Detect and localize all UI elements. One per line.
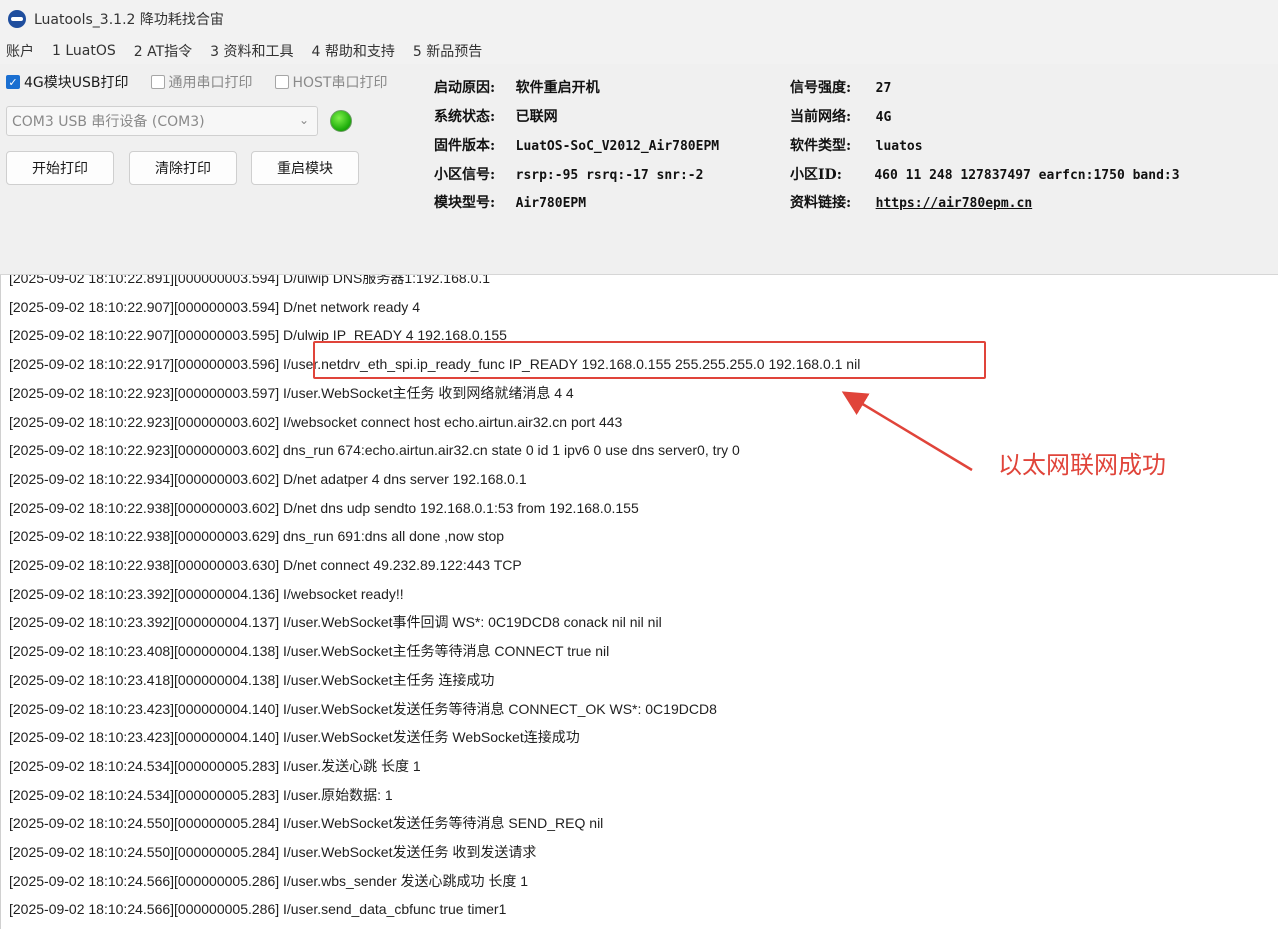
network-row: 当前网络: 4G — [790, 106, 891, 126]
log-line: [2025-09-02 18:10:24.534][000000005.283]… — [9, 786, 393, 803]
module-model-row: 模块型号: Air780EPM — [434, 192, 586, 212]
usb-print-checkbox[interactable]: 4G模块USB打印 — [6, 72, 129, 92]
log-line: [2025-09-02 18:10:22.923][000000003.597]… — [9, 384, 574, 401]
app-logo-icon — [8, 10, 26, 28]
menu-at-commands[interactable]: 2 AT指令 — [134, 41, 192, 61]
signal-strength-value: 27 — [875, 81, 892, 96]
docs-link-label: 资料链接: — [790, 195, 852, 211]
log-line: [2025-09-02 18:10:22.934][000000003.602]… — [9, 470, 527, 487]
title-bar: Luatools_3.1.2 降功耗找合宙 — [0, 0, 1278, 38]
system-state-label: 系统状态: — [434, 109, 496, 125]
cell-signal-label: 小区信号: — [434, 167, 496, 183]
boot-reason-value: 软件重启开机 — [515, 80, 600, 96]
start-print-button[interactable]: 开始打印 — [6, 151, 114, 185]
cell-signal-row: 小区信号: rsrp:-95 rsrq:-17 snr:-2 — [434, 164, 703, 184]
software-type-value: luatos — [875, 139, 923, 154]
log-line: [2025-09-02 18:10:23.392][000000004.137]… — [9, 614, 662, 631]
menu-bar: 账户 1 LuatOS 2 AT指令 3 资料和工具 4 帮助和支持 5 新品预… — [0, 38, 1278, 64]
docs-link-row: 资料链接: https://air780epm.cn — [790, 192, 1032, 212]
log-line: [2025-09-02 18:10:22.923][000000003.602]… — [9, 442, 740, 459]
docs-link[interactable]: https://air780epm.cn — [876, 196, 1033, 211]
network-value: 4G — [875, 110, 892, 125]
checkbox-unchecked-icon — [274, 75, 289, 89]
port-select-value: COM3 USB 串行设备 (COM3) — [12, 114, 205, 130]
log-line: [2025-09-02 18:10:24.550][000000005.284]… — [9, 815, 604, 832]
cell-id-value: 460 11 248 127837497 earfcn:1750 band:3 — [874, 168, 1180, 183]
signal-strength-label: 信号强度: — [790, 80, 852, 96]
host-print-checkbox[interactable]: HOST串口打印 — [274, 72, 388, 92]
window-title: Luatools_3.1.2 降功耗找合宙 — [34, 12, 224, 28]
clear-print-button[interactable]: 清除打印 — [129, 151, 237, 185]
log-line: [2025-09-02 18:10:24.566][000000005.286]… — [9, 901, 507, 918]
log-line: [2025-09-02 18:10:24.566][000000005.286]… — [9, 872, 529, 889]
system-state-row: 系统状态: 已联网 — [434, 106, 558, 126]
status-led-icon — [330, 110, 352, 132]
boot-reason-label: 启动原因: — [434, 80, 496, 96]
menu-docs-tools[interactable]: 3 资料和工具 — [210, 41, 293, 61]
host-print-label: HOST串口打印 — [292, 75, 388, 91]
software-type-row: 软件类型: luatos — [790, 135, 923, 155]
module-model-label: 模块型号: — [434, 195, 496, 211]
log-line: [2025-09-02 18:10:22.891][000000003.594]… — [9, 275, 491, 286]
menu-help-support[interactable]: 4 帮助和支持 — [312, 41, 395, 61]
boot-reason-row: 启动原因: 软件重启开机 — [434, 77, 600, 97]
module-model-value: Air780EPM — [515, 196, 587, 211]
firmware-label: 固件版本: — [434, 138, 496, 154]
usb-print-label: 4G模块USB打印 — [24, 75, 129, 91]
uart-print-label: 通用串口打印 — [168, 75, 253, 91]
log-line: [2025-09-02 18:10:23.423][000000004.140]… — [9, 729, 580, 746]
signal-strength-row: 信号强度: 27 — [790, 77, 891, 97]
annotation-text: 以太网联网成功 — [998, 451, 1166, 479]
log-line: [2025-09-02 18:10:23.392][000000004.136]… — [9, 585, 404, 602]
software-type-label: 软件类型: — [790, 138, 852, 154]
menu-new-products[interactable]: 5 新品预告 — [413, 41, 482, 61]
log-line: [2025-09-02 18:10:22.907][000000003.594]… — [9, 298, 420, 315]
print-options: 4G模块USB打印 通用串口打印 HOST串口打印 — [6, 72, 410, 92]
cell-id-label: 小区ID: — [790, 167, 842, 183]
menu-account[interactable]: 账户 — [6, 41, 34, 61]
checkbox-checked-icon — [6, 75, 20, 89]
uart-print-checkbox[interactable]: 通用串口打印 — [150, 72, 253, 92]
firmware-value: LuatOS-SoC_V2012_Air780EPM — [515, 139, 720, 154]
menu-luatos[interactable]: 1 LuatOS — [52, 43, 116, 59]
log-line: [2025-09-02 18:10:22.923][000000003.602]… — [9, 413, 623, 430]
cell-signal-value: rsrp:-95 rsrq:-17 snr:-2 — [515, 168, 704, 183]
firmware-row: 固件版本: LuatOS-SoC_V2012_Air780EPM — [434, 135, 719, 155]
system-state-value: 已联网 — [515, 109, 558, 125]
restart-module-button[interactable]: 重启模块 — [251, 151, 359, 185]
log-line: [2025-09-02 18:10:22.938][000000003.602]… — [9, 499, 639, 516]
port-select[interactable]: COM3 USB 串行设备 (COM3) ⌄ — [6, 106, 318, 136]
log-line: [2025-09-02 18:10:23.418][000000004.138]… — [9, 671, 495, 688]
control-panel: 4G模块USB打印 通用串口打印 HOST串口打印 COM3 USB 串行设备 … — [0, 64, 1278, 275]
log-line: [2025-09-02 18:10:24.550][000000005.284]… — [9, 844, 537, 860]
checkbox-unchecked-icon — [150, 75, 165, 89]
network-label: 当前网络: — [790, 109, 852, 125]
highlight-box — [313, 341, 986, 379]
log-line: [2025-09-02 18:10:22.938][000000003.630]… — [9, 557, 522, 573]
log-line: [2025-09-02 18:10:23.423][000000004.140]… — [9, 700, 717, 717]
log-line: [2025-09-02 18:10:24.534][000000005.283]… — [9, 757, 421, 774]
chevron-down-icon: ⌄ — [298, 113, 309, 127]
cell-id-row: 小区ID: 460 11 248 127837497 earfcn:1750 b… — [790, 164, 1180, 184]
log-line: [2025-09-02 18:10:23.408][000000004.138]… — [9, 643, 610, 660]
log-line: [2025-09-02 18:10:22.938][000000003.629]… — [9, 528, 505, 545]
